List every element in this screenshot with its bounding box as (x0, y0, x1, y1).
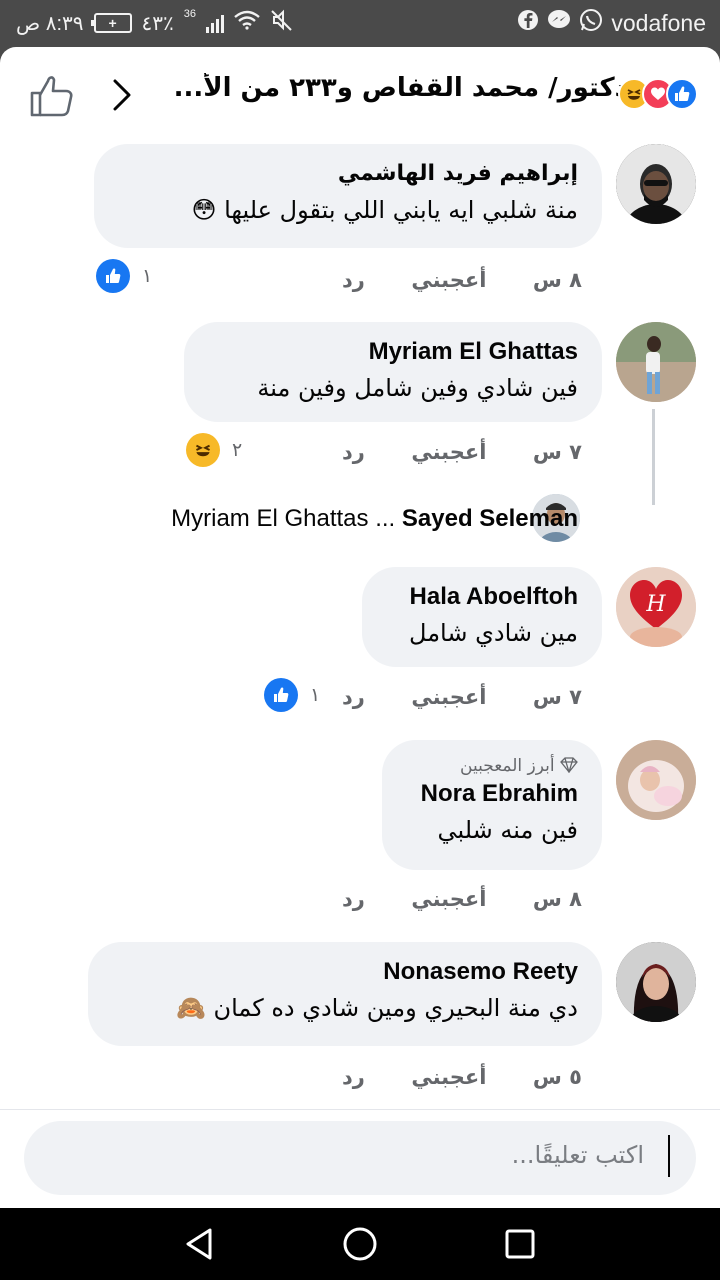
comment-author[interactable]: Nora Ebrahim (406, 778, 578, 810)
like-comment-link[interactable]: أعجبني (411, 685, 486, 709)
thread-line (652, 409, 655, 505)
reaction-count[interactable]: ٢ (186, 433, 242, 467)
text-caret (668, 1135, 670, 1177)
haha-reaction-icon (186, 433, 220, 467)
comment-bubble[interactable]: أبرز المعجبين Nora Ebrahim فين منه شلبي (382, 740, 602, 870)
comment-actions: ٧ س أعجبني رد (342, 440, 582, 464)
battery-icon: + (90, 13, 132, 33)
status-time: ٨:٣٩ ص (16, 12, 84, 35)
diamond-icon (555, 756, 578, 776)
carrier-name: vodafone (611, 9, 706, 36)
comment-bubble[interactable]: Nonasemo Reety دي منة البحيري ومين شادي … (88, 942, 602, 1046)
messenger-icon (547, 9, 571, 37)
comment-time: ٨ س (532, 887, 582, 911)
like-reaction-icon (96, 259, 130, 293)
comment-actions: ٨ س أعجبني رد (342, 887, 582, 911)
comment-text: منة شلبي ايه يابني اللي بتقول عليها 😳 (191, 196, 578, 224)
avatar[interactable] (616, 942, 696, 1022)
comment-actions: ٥ س أعجبني رد (342, 1065, 582, 1089)
reply-author: Sayed Seleman (401, 505, 578, 532)
avatar[interactable]: H (616, 567, 696, 647)
reaction-count-value: ١ (310, 684, 321, 706)
comment-bubble[interactable]: Myriam El Ghattas فين شادي وفين شامل وفي… (184, 322, 602, 422)
top-fan-badge: أبرز المعجبين (406, 754, 578, 778)
reply-link[interactable]: رد (342, 685, 365, 709)
home-circle-icon[interactable] (342, 1226, 378, 1262)
like-reaction-icon (264, 678, 298, 712)
like-comment-link[interactable]: أعجبني (411, 887, 486, 911)
battery-percent: ٤٣٪ (141, 12, 174, 35)
reply-link[interactable]: رد (342, 268, 365, 292)
mute-icon (270, 8, 294, 38)
reaction-count[interactable]: ١ (264, 678, 320, 712)
comment-text: فين شادي وفين شامل وفين منة (257, 374, 578, 402)
composer-divider (0, 1109, 720, 1110)
status-bar: ٨:٣٩ ص + ٤٣٪ 36 vodafone (0, 0, 720, 48)
comments-sheet: دكتور/ محمد القفاص و٢٣٣ من الأ... إبراهي… (0, 47, 720, 1208)
comment-author[interactable]: Nonasemo Reety (112, 956, 578, 988)
avatar[interactable] (616, 144, 696, 224)
like-comment-link[interactable]: أعجبني (411, 1065, 486, 1089)
reply-link[interactable]: رد (342, 1065, 365, 1089)
status-right: vodafone (517, 8, 706, 38)
reply-mention: Myriam El Ghattas (171, 505, 369, 532)
comment-author[interactable]: إبراهيم فريد الهاشمي (118, 158, 578, 190)
top-fan-label: أبرز المعجبين (460, 756, 555, 776)
comment-time: ٧ س (532, 685, 582, 709)
recents-square-icon[interactable] (502, 1226, 538, 1262)
reply-link[interactable]: رد (342, 887, 365, 911)
comment-author[interactable]: Myriam El Ghattas (208, 336, 578, 368)
comment-placeholder: اكتب تعليقًا... (511, 1141, 644, 1169)
comment-text: مين شادي شامل (409, 619, 578, 647)
like-post-button[interactable] (28, 73, 76, 119)
reply-link[interactable]: رد (342, 440, 365, 464)
back-triangle-icon[interactable] (182, 1226, 218, 1262)
whatsapp-icon (579, 8, 603, 38)
like-reaction-icon (666, 78, 698, 110)
reactions-summary-title[interactable]: دكتور/ محمد القفاص و٢٣٣ من الأ... (128, 73, 628, 103)
reaction-count-value: ٢ (232, 439, 243, 461)
comment-time: ٥ س (532, 1065, 582, 1089)
comment-time: ٨ س (532, 268, 582, 292)
reaction-count-value: ١ (142, 265, 153, 287)
comment-author[interactable]: Hala Aboelftoh (386, 581, 578, 613)
like-comment-link[interactable]: أعجبني (411, 268, 486, 292)
signal-icon (206, 13, 225, 33)
reply-separator: ... (375, 505, 396, 532)
avatar[interactable] (616, 322, 696, 402)
comment-input[interactable]: اكتب تعليقًا... (24, 1121, 696, 1195)
reply-preview-text[interactable]: Myriam El Ghattas ... Sayed Seleman (171, 505, 578, 533)
comment-time: ٧ س (532, 440, 582, 464)
status-left: ٨:٣٩ ص + ٤٣٪ 36 (16, 8, 294, 38)
avatar[interactable] (616, 740, 696, 820)
facebook-icon (517, 9, 539, 37)
comment-bubble[interactable]: إبراهيم فريد الهاشمي منة شلبي ايه يابني … (94, 144, 602, 248)
wifi-icon (234, 10, 260, 36)
comment-actions: ٧ س أعجبني رد (342, 685, 582, 709)
reaction-count[interactable]: ١ (96, 259, 152, 293)
like-comment-link[interactable]: أعجبني (411, 440, 486, 464)
android-nav-bar (0, 1208, 720, 1280)
comment-actions: ٨ س أعجبني رد (342, 268, 582, 292)
reaction-icons (618, 78, 698, 110)
comment-text: فين منه شلبي (437, 816, 578, 844)
reactions-header: دكتور/ محمد القفاص و٢٣٣ من الأ... (0, 47, 720, 143)
comment-bubble[interactable]: Hala Aboelftoh مين شادي شامل (362, 567, 602, 667)
svg-text:H: H (645, 592, 666, 617)
network-type: 36 (183, 8, 197, 20)
comment-text: دي منة البحيري ومين شادي ده كمان 🙈 (175, 994, 578, 1022)
